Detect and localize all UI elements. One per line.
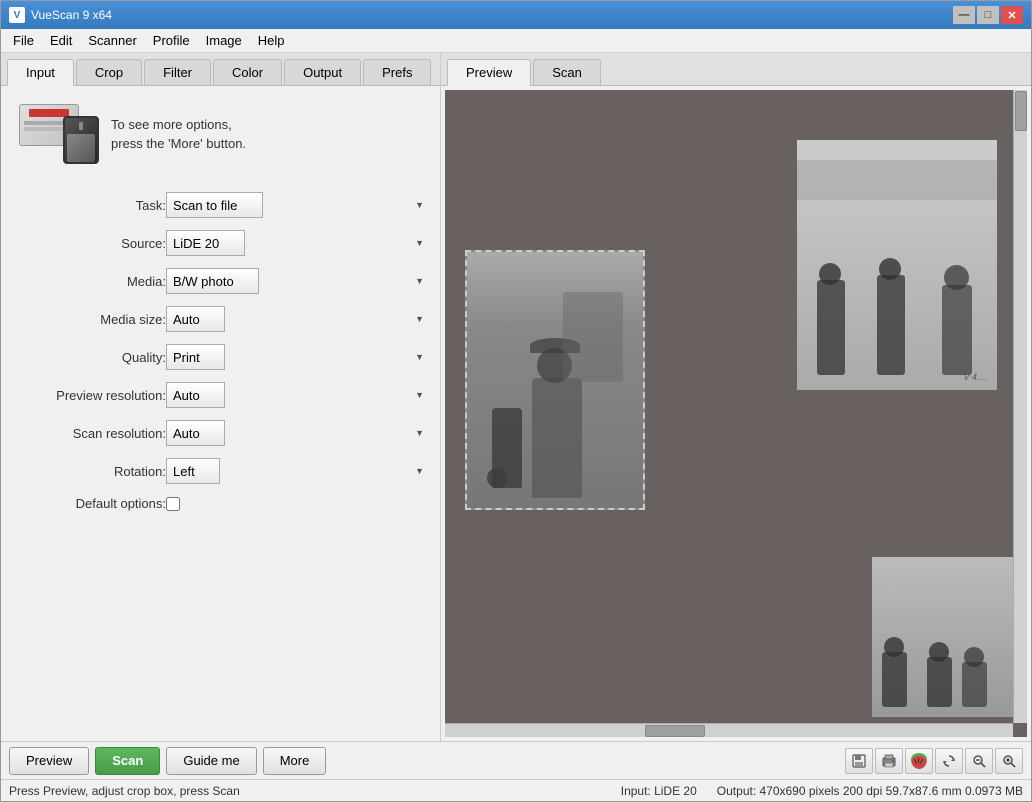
media-size-row: Media size: Auto [11,306,430,332]
status-bar: Press Preview, adjust crop box, press Sc… [1,779,1031,801]
zoom-in-icon[interactable] [995,748,1023,774]
menu-image[interactable]: Image [198,31,250,50]
media-label: Media: [11,274,166,289]
menu-file[interactable]: File [5,31,42,50]
menu-bar: File Edit Scanner Profile Image Help [1,29,1031,53]
scan-res-label: Scan resolution: [11,426,166,441]
rotation-select[interactable]: Left [166,458,220,484]
scrollbar-horizontal[interactable] [445,723,1013,737]
maximize-button[interactable]: □ [977,6,999,24]
default-options-row: Default options: [11,496,430,511]
menu-edit[interactable]: Edit [42,31,80,50]
source-label: Source: [11,236,166,251]
media-select-wrapper: B/W photo [166,268,430,294]
rotation-label: Rotation: [11,464,166,479]
window-title: VueScan 9 x64 [31,8,953,22]
main-window: V VueScan 9 x64 — □ ✕ File Edit Scanner … [0,0,1032,802]
tab-color[interactable]: Color [213,59,282,85]
toolbar-icons [845,748,1023,774]
status-input: Input: LiDE 20 [621,784,697,798]
zoom-out-icon[interactable] [965,748,993,774]
media-size-select-wrapper: Auto [166,306,430,332]
scan-res-select[interactable]: Auto [166,420,225,446]
source-select-wrapper: LiDE 20 [166,230,430,256]
tab-scan[interactable]: Scan [533,59,601,85]
tab-prefs[interactable]: Prefs [363,59,431,85]
menu-scanner[interactable]: Scanner [80,31,144,50]
hint-text: To see more options, press the 'More' bu… [111,115,246,154]
app-icon: V [9,7,25,23]
scan-res-row: Scan resolution: Auto [11,420,430,446]
more-button[interactable]: More [263,747,327,775]
media-size-select[interactable]: Auto [166,306,225,332]
status-left: Press Preview, adjust crop box, press Sc… [9,784,601,798]
print-icon[interactable] [875,748,903,774]
scroll-thumb-h[interactable] [645,725,705,737]
media-select[interactable]: B/W photo [166,268,259,294]
scan-icon[interactable] [905,748,933,774]
default-options-label: Default options: [11,496,166,511]
scrollbar-vertical[interactable] [1013,90,1027,723]
preview-res-select-wrapper: Auto [166,382,430,408]
tab-input[interactable]: Input [7,59,74,86]
photo-3 [872,557,1022,717]
task-select[interactable]: Scan to file [166,192,263,218]
tab-output[interactable]: Output [284,59,361,85]
title-bar: V VueScan 9 x64 — □ ✕ [1,1,1031,29]
menu-profile[interactable]: Profile [145,31,198,50]
hint-box: To see more options, press the 'More' bu… [11,96,430,172]
close-button[interactable]: ✕ [1001,6,1023,24]
task-row: Task: Scan to file [11,192,430,218]
left-tabs: Input Crop Filter Color Output Prefs [1,53,440,86]
right-panel: Preview Scan [441,53,1031,741]
minimize-button[interactable]: — [953,6,975,24]
save-icon[interactable] [845,748,873,774]
default-options-checkbox[interactable] [166,497,180,511]
rotation-row: Rotation: Left [11,458,430,484]
hint-icon [19,104,99,164]
preview-res-row: Preview resolution: Auto [11,382,430,408]
tab-crop[interactable]: Crop [76,59,142,85]
quality-label: Quality: [11,350,166,365]
menu-help[interactable]: Help [250,31,293,50]
main-content: Input Crop Filter Color Output Prefs [1,53,1031,741]
quality-row: Quality: Print [11,344,430,370]
photo-2: V 4.... [797,140,997,390]
scan-button[interactable]: Scan [95,747,160,775]
window-controls: — □ ✕ [953,6,1023,24]
rotation-select-wrapper: Left [166,458,430,484]
task-label: Task: [11,198,166,213]
left-panel: Input Crop Filter Color Output Prefs [1,53,441,741]
scan-res-select-wrapper: Auto [166,420,430,446]
quality-select-wrapper: Print [166,344,430,370]
preview-button[interactable]: Preview [9,747,89,775]
tab-filter[interactable]: Filter [144,59,211,85]
right-tabs: Preview Scan [441,53,1031,86]
status-right: Output: 470x690 pixels 200 dpi 59.7x87.6… [717,784,1023,798]
guide-me-button[interactable]: Guide me [166,747,256,775]
source-row: Source: LiDE 20 [11,230,430,256]
scroll-thumb-v[interactable] [1015,91,1027,131]
preview-res-label: Preview resolution: [11,388,166,403]
source-select[interactable]: LiDE 20 [166,230,245,256]
rotate-icon[interactable] [935,748,963,774]
media-size-label: Media size: [11,312,166,327]
photo-1 [465,250,645,510]
preview-res-select[interactable]: Auto [166,382,225,408]
media-row: Media: B/W photo [11,268,430,294]
tab-preview[interactable]: Preview [447,59,531,86]
preview-area[interactable]: V 4.... [445,90,1027,737]
quality-select[interactable]: Print [166,344,225,370]
panel-content: To see more options, press the 'More' bu… [1,86,440,741]
task-select-wrapper: Scan to file [166,192,430,218]
bottom-bar: Preview Scan Guide me More [1,741,1031,779]
